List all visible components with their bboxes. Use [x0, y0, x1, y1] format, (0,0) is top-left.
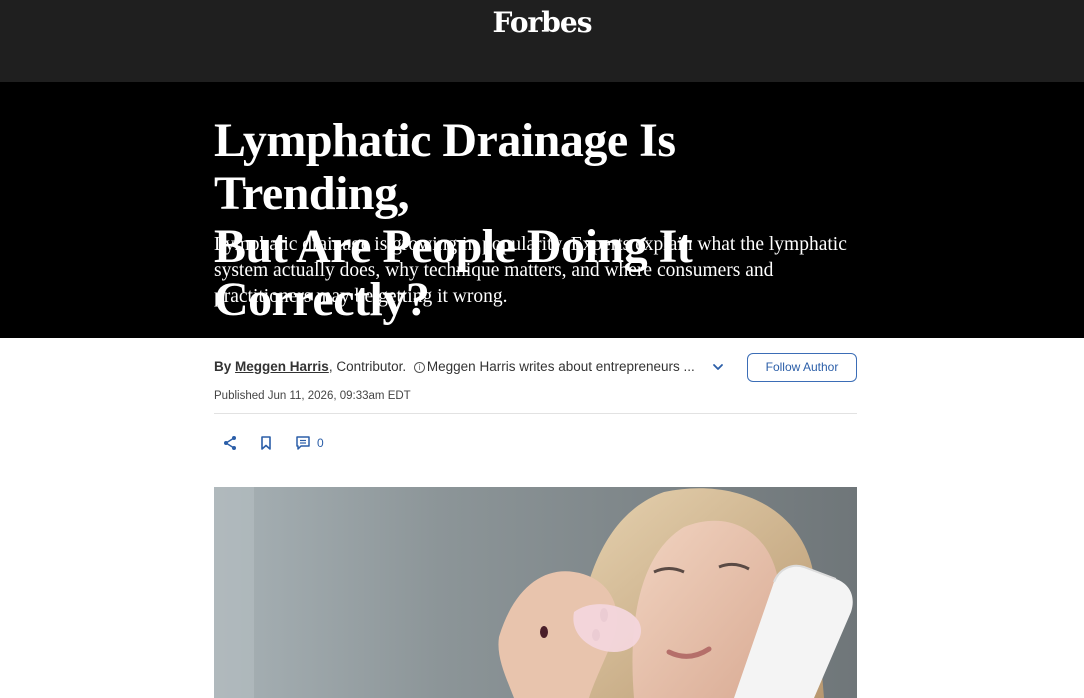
author-role: Contributor.	[336, 359, 407, 374]
chevron-down-icon[interactable]	[710, 359, 726, 375]
author-bio: Meggen Harris writes about entrepreneurs…	[426, 359, 695, 374]
share-icon[interactable]	[221, 434, 239, 452]
byline: By Meggen Harris, Contributor. i Meggen H…	[214, 359, 695, 374]
info-icon: i	[413, 362, 425, 373]
byline-by-label: By	[214, 359, 232, 374]
published-date: Published Jun 11, 2026, 09:33am EDT	[214, 390, 411, 402]
follow-author-button[interactable]: Follow Author	[747, 353, 857, 382]
headline-line-1: Lymphatic Drainage Is Trending,	[214, 114, 676, 220]
article-dek: Lymphatic drainage is growing in popular…	[214, 234, 847, 307]
divider	[214, 413, 857, 414]
comment-count[interactable]: 0	[317, 436, 324, 450]
article-hero-image	[214, 487, 857, 698]
forbes-logo[interactable]: Forbes	[0, 6, 1084, 39]
bookmark-icon[interactable]	[257, 434, 275, 452]
author-link[interactable]: Meggen Harris	[235, 359, 329, 374]
comment-icon[interactable]	[294, 434, 312, 452]
top-bar: Forbes	[0, 0, 1084, 82]
